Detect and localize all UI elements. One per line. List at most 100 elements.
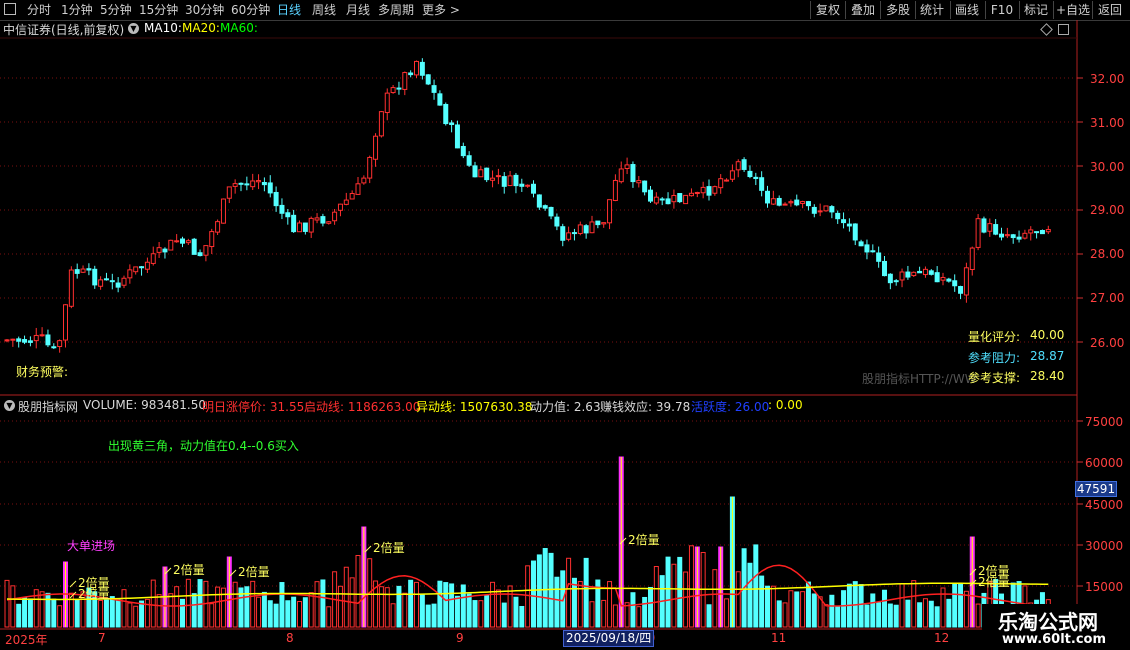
candle-body — [308, 217, 314, 233]
volume-bar — [484, 594, 490, 628]
volume-bar — [396, 585, 402, 628]
candle-body — [396, 87, 402, 90]
candle-body — [490, 177, 496, 181]
candle-body — [68, 269, 74, 307]
activity-value: 活跃度: 26.00 — [691, 400, 770, 414]
volume-bar — [355, 555, 361, 628]
brand-name: 乐淘公式网 — [998, 610, 1098, 634]
candle-body — [788, 201, 794, 204]
candle-body — [712, 186, 718, 194]
candle-body — [156, 247, 162, 253]
collapse-circle-icon[interactable]: ▼ — [4, 400, 15, 411]
volume-bar — [449, 583, 455, 628]
candle-body — [63, 304, 68, 341]
price-tick: 28.00 — [1090, 247, 1125, 261]
candle-body — [735, 161, 741, 171]
candle-body — [969, 247, 975, 271]
kline-chart-canvas[interactable]: 2倍量2倍量2倍量 2倍量2倍量2倍量2倍量2倍量 — [0, 0, 1130, 650]
candle-body — [987, 223, 993, 232]
volume-bar — [250, 580, 256, 628]
candle-body — [45, 334, 51, 346]
volume-bar — [566, 557, 572, 628]
volume-bar — [753, 544, 759, 628]
candle-body — [946, 278, 952, 282]
volume-bar — [472, 600, 478, 628]
volume-bar — [279, 582, 285, 628]
candle-body — [484, 167, 490, 181]
candle-body — [22, 339, 28, 343]
candle-body — [548, 206, 554, 217]
candle-body — [776, 197, 782, 206]
volume-bar — [378, 586, 384, 628]
candle-body — [577, 224, 583, 234]
candle-body — [51, 346, 57, 349]
volume-bar — [180, 598, 185, 628]
candle-body — [519, 183, 525, 187]
candle-body — [180, 238, 185, 244]
candle-body — [162, 248, 168, 253]
volume-tick: 15000 — [1085, 580, 1124, 594]
volume-bar — [168, 593, 174, 628]
volume-bar — [589, 601, 595, 628]
volume-bar — [51, 598, 57, 628]
volume-bar — [887, 603, 893, 628]
candle-body — [624, 164, 630, 170]
volume-tick: 75000 — [1085, 415, 1124, 429]
candle-body — [80, 268, 86, 273]
square-icon[interactable] — [1058, 24, 1069, 35]
candle-body — [92, 268, 98, 286]
candle-body — [741, 159, 747, 170]
volume-bar — [39, 591, 45, 628]
volume-bar — [893, 604, 899, 628]
volume-bar — [185, 578, 191, 628]
candle-body — [841, 219, 847, 224]
candle-body — [665, 198, 671, 205]
volume-value: VOLUME: 983481.50 — [83, 398, 206, 412]
dropdown-circle-icon[interactable]: ▼ — [128, 23, 139, 34]
volume-bar — [478, 600, 484, 628]
volume-bar — [648, 587, 653, 628]
candle-body — [999, 233, 1004, 238]
candle-body — [864, 244, 870, 253]
candle-body — [817, 210, 823, 213]
volume-bar — [917, 602, 923, 628]
candle-body — [981, 218, 987, 233]
volume-bar — [4, 579, 10, 628]
price-tick: 32.00 — [1090, 72, 1125, 86]
candle-body — [98, 279, 104, 287]
candle-body — [876, 252, 882, 262]
volume-bar — [934, 606, 940, 628]
candle-body — [612, 179, 618, 201]
volume-bar — [133, 605, 139, 628]
candle-body — [273, 191, 279, 207]
candle-body — [267, 182, 273, 194]
volume-bar — [414, 581, 419, 628]
big-order-label: 大单进场 — [67, 539, 116, 553]
volume-bar — [27, 598, 33, 628]
limit-up-price: 明日涨停价: 31.55 — [202, 400, 305, 414]
volume-bar — [109, 596, 115, 628]
volume-bar — [542, 548, 548, 628]
price-tick: 29.00 — [1090, 203, 1125, 217]
x-axis-label: 8 — [286, 631, 294, 645]
candle-body — [724, 179, 730, 182]
profit-effect-value: 赚钱效应: 39.78 — [600, 400, 691, 414]
volume-bar — [408, 579, 414, 628]
volume-bar — [899, 583, 905, 628]
metric-support-value: 28.40 — [1030, 369, 1065, 383]
candle-body — [536, 194, 542, 208]
x-axis-label: 2025年 — [5, 633, 48, 647]
candle-body — [332, 211, 338, 222]
candle-body — [261, 182, 267, 186]
volume-bar — [835, 606, 841, 628]
candle-body — [911, 271, 917, 277]
volume-bar — [437, 580, 443, 628]
candle-body — [899, 271, 905, 281]
volume-bar — [642, 596, 648, 628]
candle-body — [297, 222, 302, 233]
candle-body — [419, 61, 425, 76]
volume-bar — [425, 604, 431, 628]
volume-bar — [759, 575, 765, 628]
candle-body — [215, 221, 221, 233]
candle-body — [794, 199, 800, 206]
